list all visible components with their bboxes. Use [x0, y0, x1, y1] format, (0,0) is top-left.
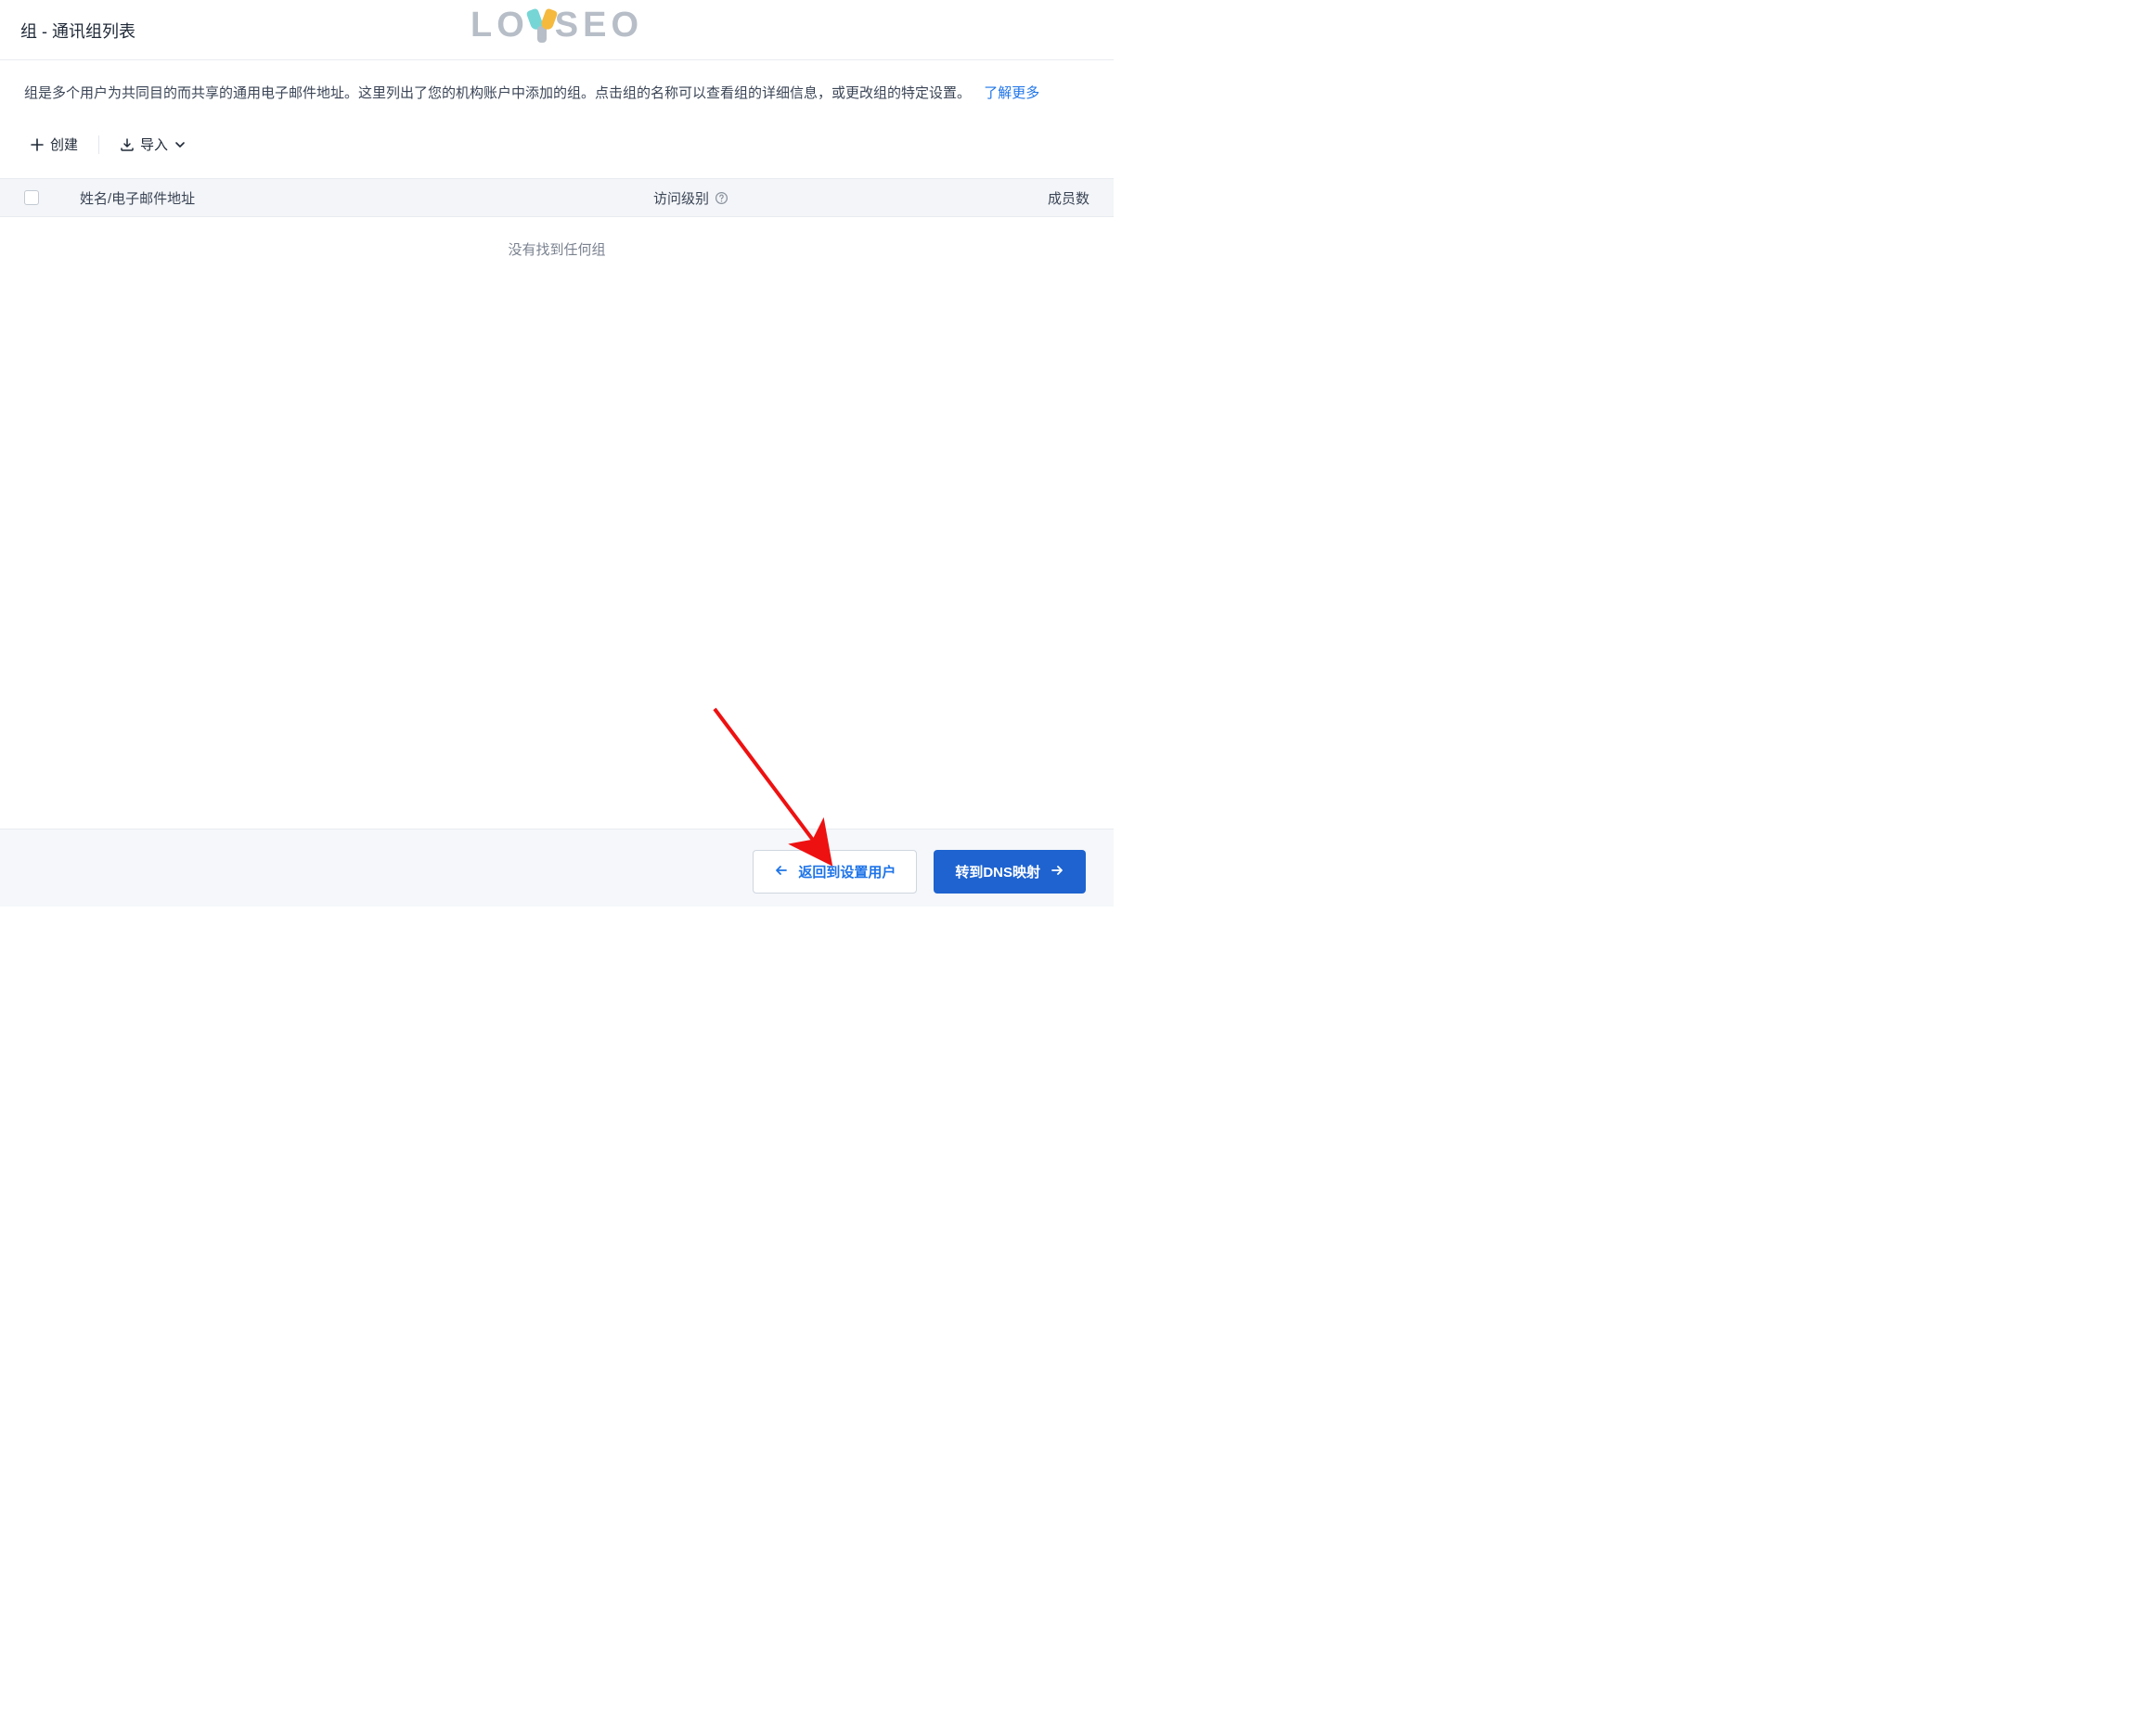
description-body: 组是多个用户为共同目的而共享的通用电子邮件地址。这里列出了您的机构账户中添加的组… [24, 85, 971, 101]
footer-bar: 返回到设置用户 转到DNS映射 [0, 829, 1114, 907]
chevron-down-icon [174, 138, 187, 151]
column-header-access: 访问级别 [653, 188, 987, 208]
page-title: 组 - 通讯组列表 [20, 19, 1093, 43]
import-label: 导入 [140, 135, 168, 154]
column-header-access-label: 访问级别 [653, 188, 709, 208]
learn-more-link[interactable]: 了解更多 [984, 85, 1039, 101]
empty-state-message: 没有找到任何组 [0, 217, 1114, 281]
arrow-right-icon [1050, 863, 1064, 881]
column-header-name: 姓名/电子邮件地址 [80, 188, 653, 208]
toolbar-separator [98, 135, 99, 154]
help-icon[interactable] [715, 191, 728, 205]
select-all-checkbox[interactable] [24, 190, 39, 205]
import-button[interactable]: 导入 [118, 131, 188, 158]
plus-icon [30, 137, 45, 152]
table-header-row: 姓名/电子邮件地址 访问级别 成员数 [0, 178, 1114, 217]
next-label: 转到DNS映射 [955, 862, 1040, 881]
arrow-left-icon [774, 863, 789, 881]
select-all-cell [24, 190, 80, 205]
import-icon [120, 137, 135, 152]
page-header: 组 - 通讯组列表 LO SEO [0, 0, 1114, 60]
column-header-members: 成员数 [987, 188, 1089, 208]
back-button[interactable]: 返回到设置用户 [753, 850, 917, 894]
back-label: 返回到设置用户 [798, 862, 896, 881]
description-text: 组是多个用户为共同目的而共享的通用电子邮件地址。这里列出了您的机构账户中添加的组… [0, 60, 1114, 112]
create-label: 创建 [50, 135, 78, 154]
next-button[interactable]: 转到DNS映射 [934, 850, 1086, 894]
create-button[interactable]: 创建 [28, 131, 80, 158]
toolbar: 创建 导入 [0, 112, 1114, 178]
